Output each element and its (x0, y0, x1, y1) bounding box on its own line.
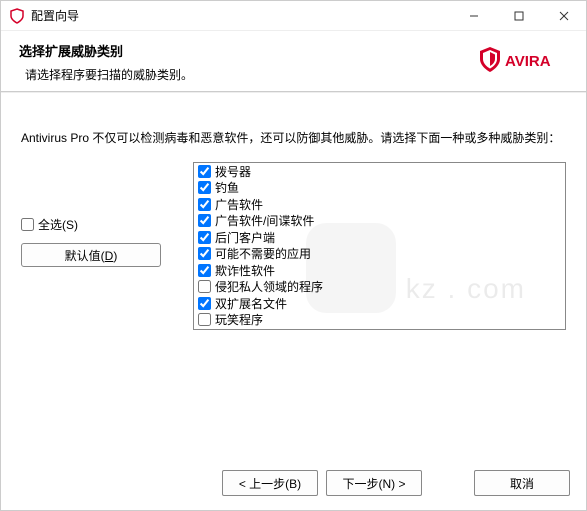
wizard-footer: < 上一步(B) 下一步(N) > 取消 (1, 456, 586, 510)
app-icon (9, 8, 25, 24)
left-controls: 全选(S) 默认值(D) (21, 162, 177, 330)
next-button[interactable]: 下一步(N) > (326, 470, 422, 496)
threat-item-label: 欺诈性软件 (215, 262, 275, 279)
page-title: 选择扩展威胁类别 (19, 41, 478, 60)
close-button[interactable] (541, 1, 586, 31)
threat-item-checkbox[interactable] (198, 247, 211, 260)
threat-item[interactable]: 双扩展名文件 (194, 295, 565, 312)
threat-item[interactable]: 广告软件 (194, 196, 565, 213)
threat-item-label: 钓鱼 (215, 179, 239, 196)
back-button[interactable]: < 上一步(B) (222, 470, 318, 496)
window-title: 配置向导 (31, 7, 451, 24)
threat-item[interactable]: 玩笑程序 (194, 312, 565, 329)
threat-item[interactable]: 后门客户端 (194, 229, 565, 246)
threat-item-label: 玩笑程序 (215, 311, 263, 328)
default-values-button[interactable]: 默认值(D) (21, 243, 161, 267)
threat-item-label: 广告软件 (215, 196, 263, 213)
intro-text: Antivirus Pro 不仅可以检测病毒和恶意软件，还可以防御其他威胁。请选… (21, 129, 566, 148)
threat-item[interactable]: 广告软件/间谍软件 (194, 213, 565, 230)
threat-item-label: 侵犯私人领域的程序 (215, 278, 323, 295)
window-controls (451, 1, 586, 31)
threat-item-checkbox[interactable] (198, 231, 211, 244)
threat-item-label: 后门客户端 (215, 229, 275, 246)
threat-item[interactable]: 钓鱼 (194, 180, 565, 197)
threat-item-checkbox[interactable] (198, 198, 211, 211)
threat-item-label: 广告软件/间谍软件 (215, 212, 314, 229)
titlebar: 配置向导 (1, 1, 586, 31)
threat-item-label: 拨号器 (215, 163, 251, 180)
threat-item-checkbox[interactable] (198, 313, 211, 326)
threat-item[interactable]: 可能不需要的应用 (194, 246, 565, 263)
threat-item-checkbox[interactable] (198, 280, 211, 293)
wizard-header: 选择扩展威胁类别 请选择程序要扫描的威胁类别。 AVIRA (1, 31, 586, 91)
maximize-button[interactable] (496, 1, 541, 31)
select-all-label: 全选(S) (38, 216, 78, 233)
avira-logo: AVIRA (478, 45, 568, 78)
cancel-button[interactable]: 取消 (474, 470, 570, 496)
threat-item-checkbox[interactable] (198, 165, 211, 178)
select-all-checkbox[interactable]: 全选(S) (21, 216, 177, 233)
threat-item[interactable]: 欺诈性软件 (194, 262, 565, 279)
threat-item-checkbox[interactable] (198, 297, 211, 310)
minimize-button[interactable] (451, 1, 496, 31)
wizard-content: kz . com Antivirus Pro 不仅可以检测病毒和恶意软件，还可以… (1, 93, 586, 456)
select-all-input[interactable] (21, 218, 34, 231)
threat-item[interactable]: 侵犯私人领域的程序 (194, 279, 565, 296)
threat-category-list[interactable]: 拨号器钓鱼广告软件广告软件/间谍软件后门客户端可能不需要的应用欺诈性软件侵犯私人… (193, 162, 566, 330)
threat-item[interactable]: 拨号器 (194, 163, 565, 180)
threat-item-checkbox[interactable] (198, 264, 211, 277)
threat-item-checkbox[interactable] (198, 181, 211, 194)
svg-text:AVIRA: AVIRA (505, 53, 551, 70)
page-subtitle: 请选择程序要扫描的威胁类别。 (25, 66, 478, 83)
threat-item-label: 双扩展名文件 (215, 295, 287, 312)
threat-item-label: 可能不需要的应用 (215, 245, 311, 262)
threat-item-checkbox[interactable] (198, 214, 211, 227)
